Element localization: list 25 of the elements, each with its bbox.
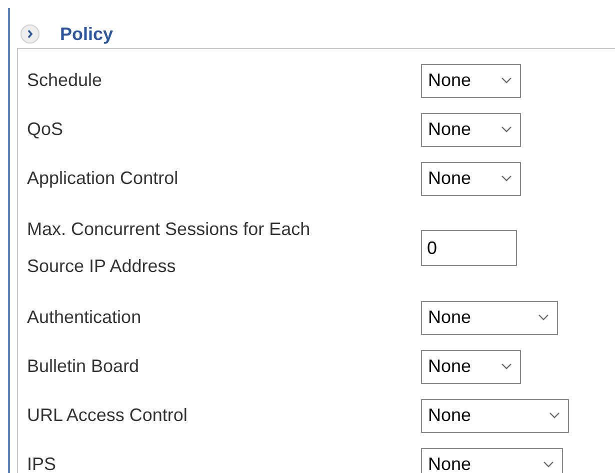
chevron-down-icon (501, 363, 512, 370)
dropdown[interactable]: None (421, 64, 521, 98)
field-label: Application Control (26, 167, 180, 190)
dropdown[interactable]: None (421, 448, 563, 473)
section-title: Policy (60, 24, 114, 44)
field-label: QoS (26, 118, 64, 141)
field-label: Schedule (26, 69, 104, 92)
chevron-down-icon (501, 175, 512, 182)
chevron-down-icon (538, 314, 549, 321)
chevron-down-icon (501, 126, 512, 133)
field-label: URL Access Control (26, 404, 188, 427)
field-label: Bulletin Board (26, 355, 140, 378)
chevron-down-icon (543, 461, 554, 468)
field-label: IPS (26, 453, 58, 473)
dropdown[interactable]: None (421, 398, 569, 432)
input-field[interactable]: 0 (421, 230, 517, 266)
field-label: Authentication (26, 306, 142, 329)
chevron-down-icon (549, 412, 560, 419)
dropdown[interactable]: None (421, 162, 521, 196)
chevron-down-icon (501, 77, 512, 84)
expand-icon[interactable] (20, 24, 40, 44)
field-label: Max. Concurrent Sessions for Each Source IP Address (26, 218, 312, 278)
dropdown[interactable]: None (421, 300, 558, 334)
dropdown[interactable]: None (421, 350, 521, 384)
dropdown[interactable]: None (421, 112, 521, 146)
